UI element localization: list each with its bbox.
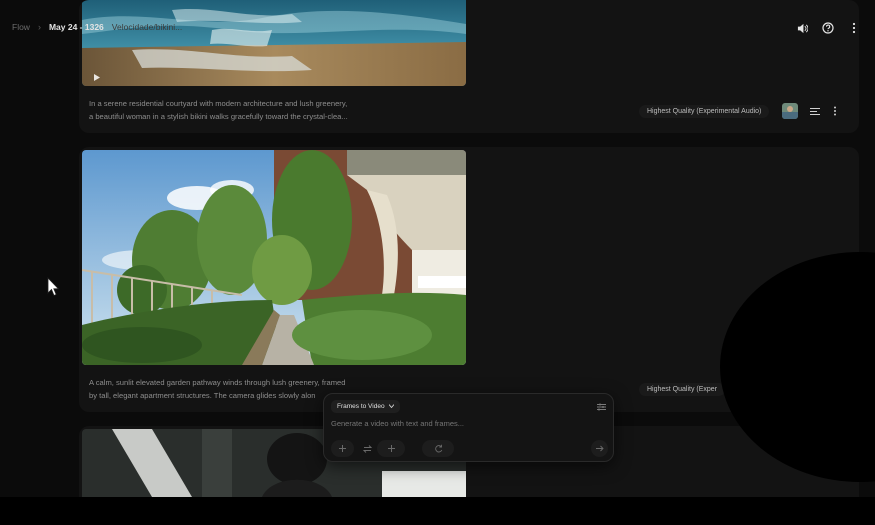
add-end-frame-button[interactable] bbox=[377, 440, 405, 457]
settings-sliders-icon[interactable] bbox=[594, 400, 608, 414]
play-icon[interactable] bbox=[94, 68, 100, 86]
adjust-icon[interactable] bbox=[808, 104, 822, 118]
chevron-down-icon bbox=[388, 403, 394, 410]
prompt-composer: Frames to Video bbox=[323, 393, 614, 462]
prompt-input[interactable] bbox=[331, 419, 561, 428]
prompt-line-2: a beautiful woman in a stylish bikini wa… bbox=[89, 112, 348, 121]
top-bar: Flow › May 24 - 1326 Velocidade/bikini..… bbox=[0, 0, 875, 56]
reference-image-thumbnail[interactable] bbox=[782, 103, 798, 119]
help-icon[interactable] bbox=[821, 21, 835, 35]
mode-selector[interactable]: Frames to Video bbox=[331, 400, 400, 413]
more-vertical-icon[interactable] bbox=[847, 21, 861, 35]
volume-icon[interactable] bbox=[795, 21, 809, 35]
prompt-line-1: In a serene residential courtyard with m… bbox=[89, 99, 348, 108]
send-button[interactable] bbox=[591, 440, 608, 457]
loop-button[interactable] bbox=[422, 440, 454, 457]
prompt-text: In a serene residential courtyard with m… bbox=[89, 97, 389, 123]
swap-icon[interactable] bbox=[360, 442, 374, 456]
add-start-frame-button[interactable] bbox=[331, 440, 354, 457]
video-thumbnail-garden[interactable] bbox=[82, 150, 466, 365]
quality-badge[interactable]: Highest Quality (Experimental Audio) bbox=[639, 105, 770, 118]
mouse-cursor-icon bbox=[47, 277, 60, 302]
chevron-right-icon: › bbox=[37, 22, 41, 32]
breadcrumb: Flow › May 24 - 1326 Velocidade/bikini..… bbox=[12, 22, 182, 32]
top-icons bbox=[795, 21, 861, 35]
flow-app: Flow › May 24 - 1326 Velocidade/bikini..… bbox=[0, 0, 875, 497]
breadcrumb-faded: Velocidade/bikini... bbox=[111, 22, 183, 32]
more-vertical-icon[interactable] bbox=[828, 104, 842, 118]
breadcrumb-root[interactable]: Flow bbox=[12, 22, 30, 32]
prompt-line-1: A calm, sunlit elevated garden pathway w… bbox=[89, 378, 346, 387]
quality-badge[interactable]: Highest Quality (Exper bbox=[639, 383, 726, 396]
mode-label: Frames to Video bbox=[337, 403, 385, 410]
breadcrumb-project[interactable]: May 24 - 1326 bbox=[49, 22, 104, 32]
